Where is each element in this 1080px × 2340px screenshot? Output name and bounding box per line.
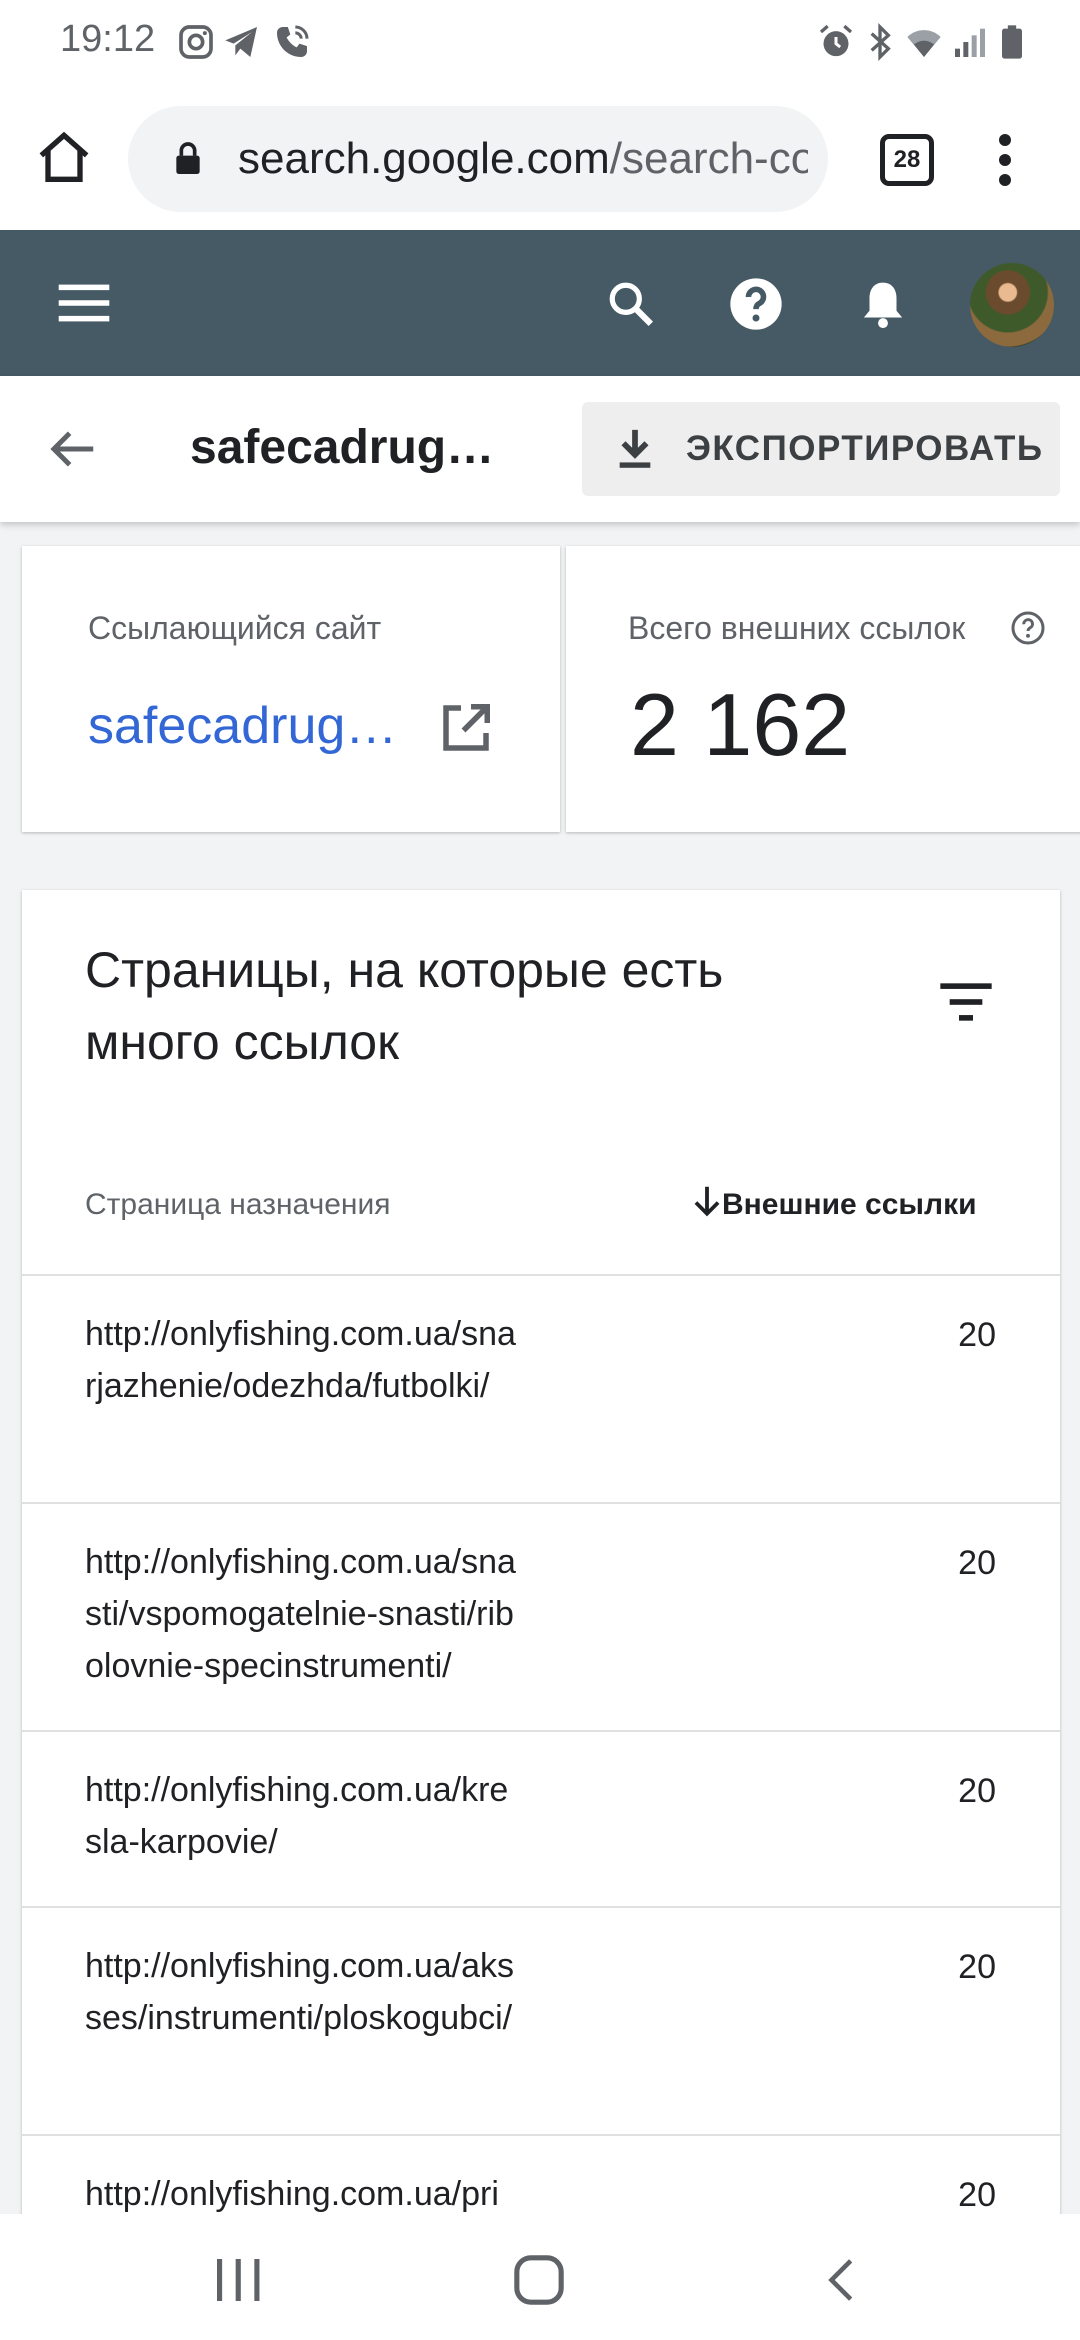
row-divider	[22, 1730, 1060, 1732]
table-row-url[interactable]: http://onlyfishing.com.ua/aksses/instrum…	[85, 1940, 525, 2044]
browser-toolbar: search.google.com/search-console 28	[0, 90, 1080, 230]
referring-site-label: Ссылающийся сайт	[88, 610, 382, 646]
total-links-value: 2 162	[630, 675, 851, 774]
app-bar	[0, 230, 1080, 376]
table-row-url[interactable]: http://onlyfishing.com.ua/snarjazhenie/o…	[85, 1308, 525, 1412]
download-icon	[619, 429, 651, 468]
row-divider	[22, 2134, 1060, 2136]
search-icon[interactable]	[606, 279, 656, 329]
url-text: search.google.com/search-console	[238, 134, 808, 184]
phone-call-icon	[277, 25, 309, 57]
row-divider	[22, 1906, 1060, 1908]
bluetooth-icon	[870, 22, 891, 62]
table-title: Страницы, на которые есть много ссылок	[85, 942, 724, 1070]
telegram-icon	[225, 27, 257, 57]
filter-icon[interactable]	[938, 978, 994, 1026]
alarm-icon	[819, 24, 853, 57]
table-row-url[interactable]: http://onlyfishing.com.ua/kresla-karpovi…	[85, 1764, 525, 1868]
top-linked-pages-card: Страницы, на которые есть много ссылок С…	[22, 890, 1060, 2340]
home-icon[interactable]	[32, 126, 96, 190]
row-divider	[22, 1274, 1060, 1276]
table-row-links: 20	[958, 1544, 996, 1582]
export-button-label: ЭКСПОРТИРОВАТЬ	[686, 429, 1044, 468]
back-nav-icon[interactable]	[820, 2254, 866, 2306]
table-row-links: 20	[958, 2176, 996, 2214]
referring-site-card: Ссылающийся сайт safecadrug…	[22, 546, 560, 832]
more-vert-icon[interactable]	[990, 130, 1020, 190]
status-bar: 19:12	[0, 0, 1080, 90]
tab-switcher-button[interactable]: 28	[880, 134, 934, 186]
page-title: safecadrug…	[190, 421, 495, 474]
table-row-url[interactable]: http://onlyfishing.com.ua/pri	[85, 2168, 525, 2220]
column-header-external-links[interactable]: Внешние ссылки	[722, 1188, 977, 1222]
open-external-icon[interactable]	[436, 698, 496, 758]
referring-site-link[interactable]: safecadrug…	[88, 696, 397, 756]
lock-icon	[176, 142, 200, 174]
signal-icon	[955, 28, 985, 57]
help-outline-icon[interactable]	[1010, 610, 1046, 646]
table-row-links: 20	[958, 1772, 996, 1810]
total-links-card: Всего внешних ссылок 2 162	[566, 546, 1080, 832]
column-header-target-page[interactable]: Страница назначения	[85, 1188, 390, 1222]
instagram-icon	[179, 25, 213, 59]
export-button[interactable]: ЭКСПОРТИРОВАТЬ	[582, 402, 1060, 496]
table-row-url[interactable]: http://onlyfishing.com.ua/snasti/vspomog…	[85, 1536, 525, 1692]
avatar[interactable]	[970, 263, 1054, 347]
menu-icon[interactable]	[56, 280, 112, 326]
battery-icon	[1002, 25, 1022, 59]
bell-icon[interactable]	[856, 276, 910, 332]
wifi-icon	[907, 30, 941, 57]
status-time: 19:12	[60, 18, 156, 60]
page-header: safecadrug… ЭКСПОРТИРОВАТЬ	[0, 376, 1080, 522]
table-row-links: 20	[958, 1948, 996, 1986]
back-arrow-icon[interactable]	[46, 422, 100, 476]
recent-apps-icon[interactable]	[210, 2254, 266, 2306]
row-divider	[22, 1502, 1060, 1504]
url-path: /search-console	[609, 134, 808, 183]
url-host: search.google.com	[238, 134, 610, 183]
address-bar[interactable]: search.google.com/search-console	[128, 106, 828, 212]
system-nav-bar	[0, 2214, 1080, 2340]
sort-descending-icon[interactable]	[688, 1180, 726, 1222]
table-row-links: 20	[958, 1316, 996, 1354]
total-links-label: Всего внешних ссылок	[628, 610, 966, 646]
help-icon[interactable]	[728, 276, 784, 332]
home-button-icon[interactable]	[510, 2252, 568, 2308]
